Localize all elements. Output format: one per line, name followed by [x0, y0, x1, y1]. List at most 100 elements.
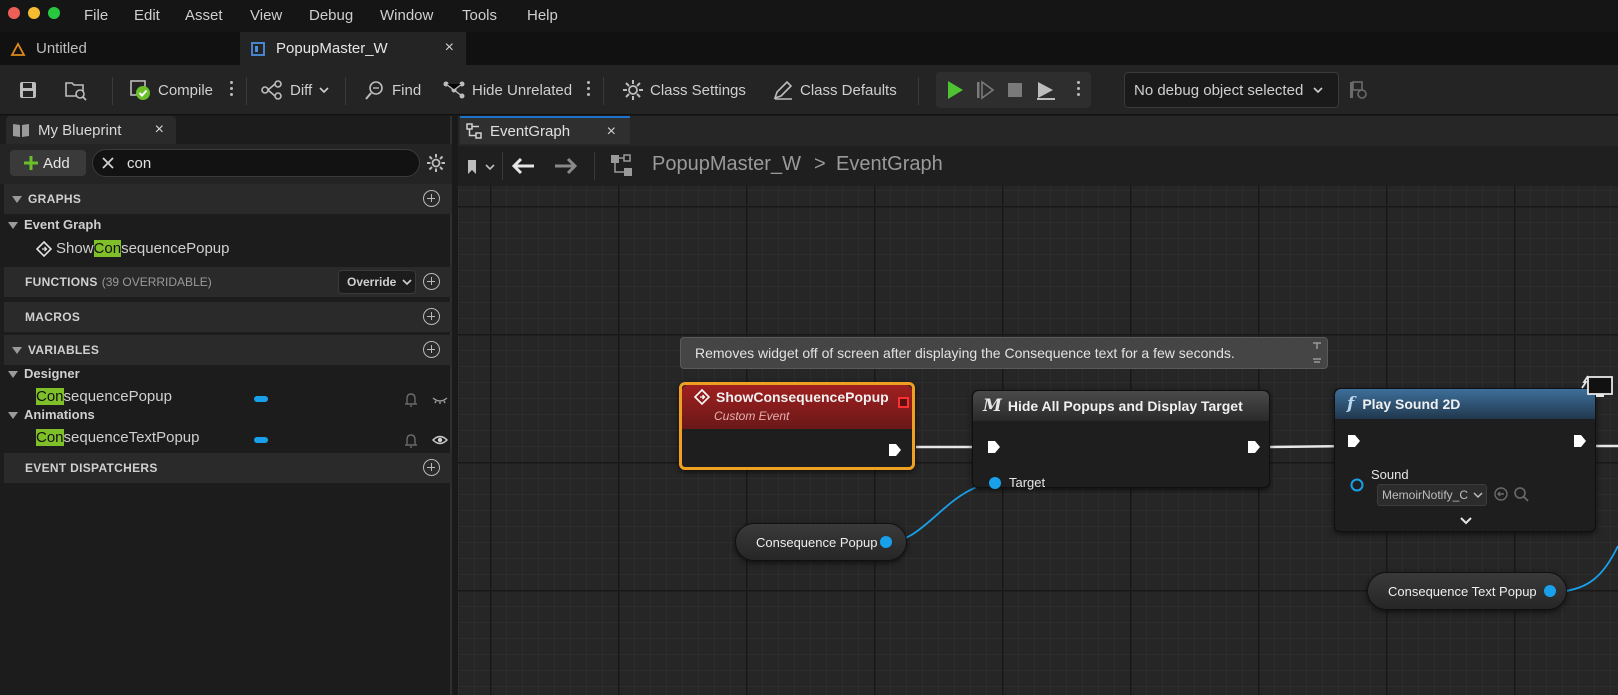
- add-graph-icon[interactable]: [423, 190, 440, 207]
- eject-play-icon: [1037, 82, 1055, 100]
- override-dropdown[interactable]: Override: [338, 270, 416, 294]
- tab-untitled[interactable]: Untitled: [10, 32, 240, 65]
- menu-window[interactable]: Window: [380, 7, 433, 24]
- tab-untitled-label: Untitled: [36, 40, 87, 57]
- bookmark-dropdown-icon[interactable]: [466, 158, 496, 176]
- exec-out-pin[interactable]: [1573, 434, 1587, 448]
- hide-all-popups-node[interactable]: M Hide All Popups and Display Target Tar…: [972, 390, 1270, 490]
- play-options-icon[interactable]: [1077, 79, 1081, 99]
- maximize-window-button[interactable]: [48, 7, 60, 19]
- add-dispatcher-icon[interactable]: [423, 459, 440, 476]
- sound-input-pin[interactable]: [1349, 477, 1365, 493]
- macros-section-header[interactable]: MACROS: [4, 302, 452, 332]
- variable-item-consequencepopup[interactable]: ConsequencePopup: [36, 388, 172, 405]
- find-button[interactable]: Find: [364, 75, 421, 105]
- tab-popupmaster[interactable]: PopupMaster_W ×: [240, 32, 466, 65]
- breadcrumb-leaf[interactable]: EventGraph: [836, 153, 943, 176]
- exec-out-pin[interactable]: [888, 443, 902, 457]
- designer-group[interactable]: Designer: [8, 366, 80, 381]
- debug-object-dropdown[interactable]: No debug object selected: [1124, 72, 1339, 108]
- tab-eventgraph[interactable]: EventGraph ×: [460, 116, 630, 144]
- bell-icon[interactable]: [404, 392, 418, 408]
- menu-file[interactable]: File: [84, 7, 108, 24]
- exec-out-pin[interactable]: [1247, 440, 1261, 454]
- settings-gear-icon[interactable]: [426, 153, 446, 173]
- event-item-showconsequencepopup[interactable]: Show Con sequencePopup: [36, 240, 230, 257]
- add-function-icon[interactable]: [423, 273, 440, 290]
- step-button[interactable]: [974, 75, 996, 105]
- menu-view[interactable]: View: [250, 7, 282, 24]
- functions-section-header[interactable]: FUNCTIONS (39 OVERRIDABLE) Override: [4, 267, 452, 297]
- debug-filter-button[interactable]: [1347, 75, 1369, 105]
- event-graph-group[interactable]: Event Graph: [8, 217, 101, 232]
- graph-canvas[interactable]: Removes widget off of screen after displ…: [458, 186, 1618, 695]
- menu-edit[interactable]: Edit: [134, 7, 160, 24]
- variable-output-pin[interactable]: [880, 536, 892, 548]
- add-button[interactable]: Add: [10, 150, 86, 176]
- graphs-section-header[interactable]: GRAPHS: [4, 184, 452, 214]
- close-graph-tab-icon[interactable]: ×: [607, 123, 616, 141]
- menu-tools[interactable]: Tools: [462, 7, 497, 24]
- use-selected-asset-icon[interactable]: [1493, 486, 1509, 502]
- variable-output-pin[interactable]: [1544, 585, 1556, 597]
- compile-button[interactable]: Compile: [128, 75, 213, 105]
- stop-button[interactable]: [1004, 75, 1026, 105]
- add-variable-icon[interactable]: [423, 341, 440, 358]
- search-input[interactable]: con: [92, 149, 420, 177]
- forward-arrow-icon[interactable]: [553, 156, 579, 176]
- target-input-pin[interactable]: [989, 477, 1001, 489]
- compile-options-icon[interactable]: [230, 79, 234, 99]
- close-tab-icon[interactable]: ×: [445, 39, 454, 57]
- sound-asset-value: MemoirNotify_C: [1382, 488, 1469, 502]
- diff-icon: [261, 80, 282, 100]
- expand-advanced-chevron-icon[interactable]: [1459, 516, 1473, 526]
- event-dispatchers-section-header[interactable]: EVENT DISPATCHERS: [4, 453, 452, 483]
- save-icon: [20, 82, 36, 98]
- comment-pin-icon[interactable]: [1311, 341, 1323, 367]
- menu-debug[interactable]: Debug: [309, 7, 353, 24]
- clear-search-icon[interactable]: [101, 156, 115, 170]
- override-label: Override: [347, 275, 397, 289]
- bell-icon[interactable]: [404, 433, 418, 449]
- browse-asset-search-icon[interactable]: [1513, 486, 1529, 502]
- play-button[interactable]: [944, 75, 966, 105]
- play-sound-2d-node[interactable]: f Play Sound 2D Sound MemoirNotify_C: [1334, 388, 1596, 532]
- variable-item-consequencetextpopup[interactable]: ConsequenceTextPopup: [36, 429, 199, 446]
- consequence-popup-getter-node[interactable]: Consequence Popup: [735, 523, 907, 561]
- save-button[interactable]: [18, 75, 38, 105]
- sound-asset-dropdown[interactable]: MemoirNotify_C: [1377, 484, 1487, 506]
- separator: [502, 152, 503, 180]
- tab-my-blueprint[interactable]: My Blueprint ×: [6, 116, 176, 144]
- menu-asset[interactable]: Asset: [185, 7, 223, 24]
- my-blueprint-panel: My Blueprint × Add con GRAPHS Event Grap…: [0, 116, 452, 695]
- exec-in-pin[interactable]: [987, 440, 1001, 454]
- eject-button[interactable]: [1034, 75, 1058, 105]
- exec-in-pin[interactable]: [1347, 434, 1361, 448]
- class-settings-button[interactable]: Class Settings: [622, 75, 746, 105]
- close-window-button[interactable]: [8, 7, 20, 19]
- animations-group[interactable]: Animations: [8, 407, 95, 422]
- custom-event-node[interactable]: ShowConsequencePopup Custom Event: [679, 382, 915, 470]
- class-defaults-button[interactable]: Class Defaults: [772, 75, 897, 105]
- browse-button[interactable]: [64, 75, 88, 105]
- consequence-text-popup-getter-node[interactable]: Consequence Text Popup: [1367, 572, 1567, 610]
- close-panel-icon[interactable]: ×: [155, 121, 164, 139]
- breadcrumb-root[interactable]: PopupMaster_W: [652, 153, 801, 176]
- hide-unrelated-options-icon[interactable]: [587, 79, 591, 99]
- event-item-text-pre: Show: [56, 240, 94, 257]
- node-comment-bubble[interactable]: Removes widget off of screen after displ…: [680, 337, 1328, 369]
- menu-help[interactable]: Help: [527, 7, 558, 24]
- custom-event-subtitle: Custom Event: [714, 409, 790, 423]
- widget-blueprint-icon: [251, 41, 265, 56]
- hide-unrelated-button[interactable]: Hide Unrelated: [442, 75, 572, 105]
- diff-button[interactable]: Diff: [260, 75, 330, 105]
- add-macro-icon[interactable]: [423, 308, 440, 325]
- minimize-window-button[interactable]: [28, 7, 40, 19]
- eye-open-icon[interactable]: [432, 434, 448, 446]
- back-arrow-icon[interactable]: [510, 156, 536, 176]
- play-sound-2d-title: Play Sound 2D: [1362, 396, 1461, 412]
- search-value: con: [127, 154, 152, 172]
- eye-closed-icon[interactable]: [432, 394, 448, 406]
- variables-section-header[interactable]: VARIABLES: [4, 335, 452, 365]
- event-item-text-post: sequencePopup: [121, 240, 230, 257]
